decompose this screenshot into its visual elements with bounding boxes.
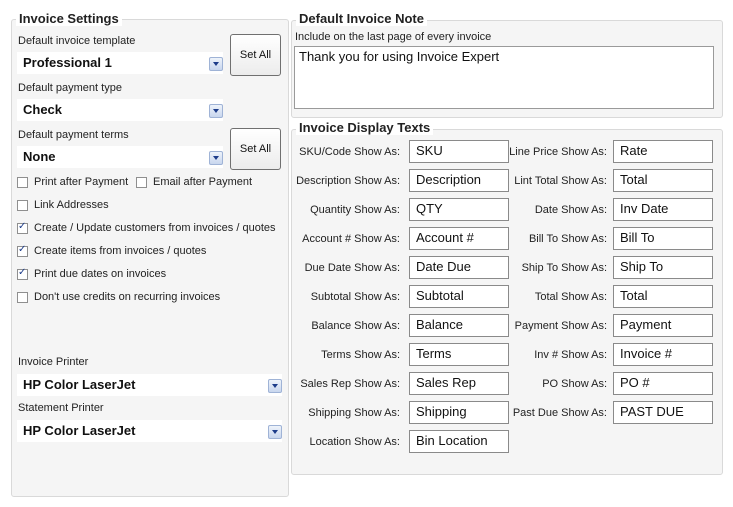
invoice-printer-dropdown[interactable]: HP Color LaserJet [17,374,282,396]
right-field-input[interactable]: Invoice # [613,343,713,366]
right-field-label: Past Due Show As: [512,407,607,419]
right-field-label: Ship To Show As: [521,262,607,274]
left-field-label: Balance Show As: [311,320,400,332]
right-field-input[interactable]: Total [613,285,713,308]
right-field-input[interactable]: Inv Date [613,198,713,221]
invoice-note-textarea[interactable]: Thank you for using Invoice Expert [294,46,714,109]
payment-type-label: Default payment type [18,82,122,94]
right-field-label: Payment Show As: [514,320,607,332]
checkbox-label: Create / Update customers from invoices … [34,222,276,234]
checkbox-box[interactable] [17,244,28,257]
invoice-note-title: Default Invoice Note [296,11,427,26]
statement-printer-dropdown[interactable]: HP Color LaserJet [17,420,282,442]
template-label: Default invoice template [18,35,136,47]
left-field-input[interactable]: Shipping [409,401,509,424]
left-field-input[interactable]: QTY [409,198,509,221]
invoice-note-hint: Include on the last page of every invoic… [295,31,492,43]
left-field-label: Sales Rep Show As: [300,378,400,390]
email-after-payment-checkbox[interactable]: Email after Payment [136,176,252,188]
payment-terms-dropdown[interactable]: None [17,146,223,168]
checkbox-box[interactable] [136,176,147,188]
statement-printer-label: Statement Printer [18,402,104,414]
checkbox-box[interactable] [17,221,28,234]
statement-printer-value: HP Color LaserJet [23,423,136,438]
update-customers-checkbox[interactable]: Create / Update customers from invoices … [17,221,276,234]
checkbox-label: Create items from invoices / quotes [34,245,207,257]
checkbox-box[interactable] [17,291,28,303]
left-field-label: Shipping Show As: [308,407,400,419]
left-field-input[interactable]: Bin Location [409,430,509,453]
payment-terms-value: None [23,149,56,164]
left-field-input[interactable]: Description [409,169,509,192]
right-field-input[interactable]: Rate [613,140,713,163]
template-dropdown[interactable]: Professional 1 [17,52,223,74]
left-field-label: Location Show As: [309,436,400,448]
right-field-label: Total Show As: [534,291,607,303]
right-field-label: Inv # Show As: [534,349,607,361]
left-field-label: Subtotal Show As: [310,291,400,303]
no-credits-recurring-checkbox[interactable]: Don't use credits on recurring invoices [17,291,220,303]
left-field-label: Description Show As: [296,175,400,187]
left-field-label: Terms Show As: [321,349,400,361]
set-all-button[interactable]: Set All [230,34,281,76]
template-value: Professional 1 [23,55,112,70]
right-field-label: Lint Total Show As: [514,175,607,187]
chevron-down-icon[interactable] [268,425,282,439]
checkbox-label: Link Addresses [34,199,109,211]
checkbox-label: Don't use credits on recurring invoices [34,291,221,303]
checkbox-box[interactable] [17,176,28,188]
set-all-terms-button[interactable]: Set All [230,128,281,170]
checkbox-label: Print after Payment [34,176,129,188]
right-field-label: PO Show As: [542,378,607,390]
checkbox-label: Print due dates on invoices [34,268,167,280]
right-field-input[interactable]: Total [613,169,713,192]
invoice-printer-value: HP Color LaserJet [23,377,136,392]
right-field-input[interactable]: PAST DUE [613,401,713,424]
right-field-input[interactable]: Bill To [613,227,713,250]
right-field-input[interactable]: PO # [613,372,713,395]
create-items-checkbox[interactable]: Create items from invoices / quotes [17,244,207,257]
right-field-input[interactable]: Payment [613,314,713,337]
chevron-down-icon[interactable] [209,57,223,71]
left-field-label: Quantity Show As: [310,204,400,216]
chevron-down-icon[interactable] [209,151,223,165]
checkbox-box[interactable] [17,199,28,211]
link-addresses-checkbox[interactable]: Link Addresses [17,199,109,211]
right-field-label: Line Price Show As: [509,146,607,158]
print-after-payment-checkbox[interactable]: Print after Payment [17,176,128,188]
payment-terms-label: Default payment terms [18,129,129,141]
right-field-input[interactable]: Ship To [613,256,713,279]
left-field-input[interactable]: Terms [409,343,509,366]
left-field-input[interactable]: SKU [409,140,509,163]
left-field-label: Account # Show As: [302,233,400,245]
left-field-input[interactable]: Sales Rep [409,372,509,395]
chevron-down-icon[interactable] [268,379,282,393]
invoice-printer-label: Invoice Printer [18,356,89,368]
left-field-input[interactable]: Account # [409,227,509,250]
print-due-dates-checkbox[interactable]: Print due dates on invoices [17,267,167,280]
left-field-label: Due Date Show As: [304,262,400,274]
left-field-input[interactable]: Subtotal [409,285,509,308]
checkbox-box[interactable] [17,267,28,280]
invoice-settings-title: Invoice Settings [16,11,122,26]
left-field-label: SKU/Code Show As: [299,146,400,158]
right-field-label: Date Show As: [534,204,607,216]
chevron-down-icon[interactable] [209,104,223,118]
right-field-label: Bill To Show As: [528,233,607,245]
left-field-input[interactable]: Date Due [409,256,509,279]
left-field-input[interactable]: Balance [409,314,509,337]
payment-type-value: Check [23,102,63,117]
payment-type-dropdown[interactable]: Check [17,99,223,121]
checkbox-label: Email after Payment [153,176,253,188]
display-texts-title: Invoice Display Texts [296,120,434,135]
